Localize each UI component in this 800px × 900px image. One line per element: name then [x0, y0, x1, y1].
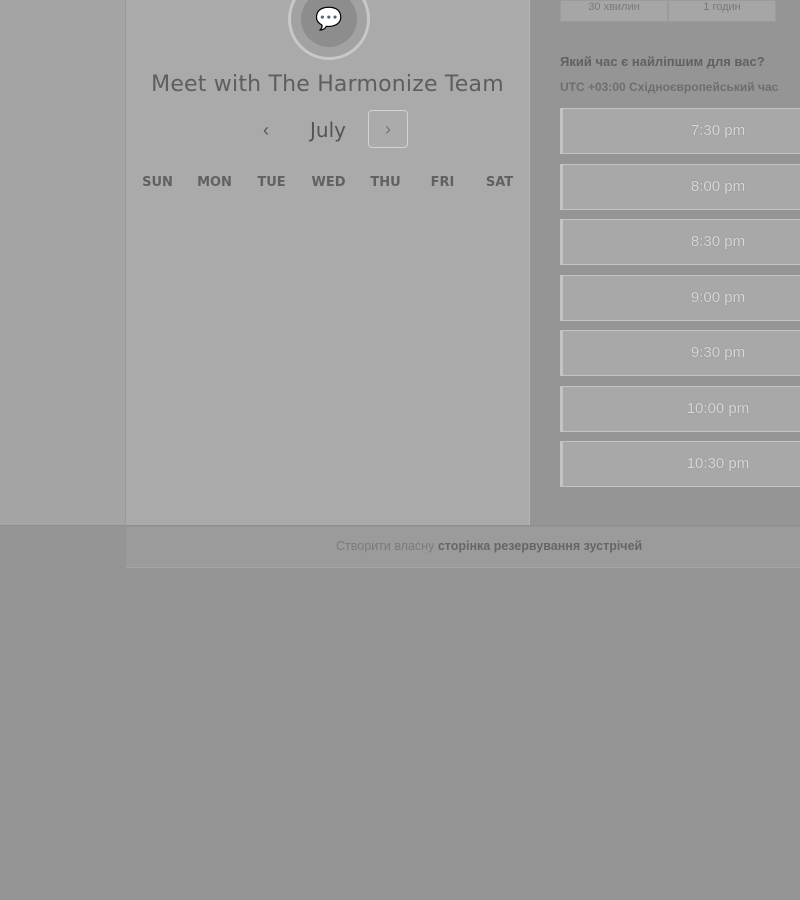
weekday-tue: TUE [257, 175, 286, 190]
time-slot[interactable]: 9:00 pm [560, 274, 800, 321]
time-slot[interactable]: 8:30 pm [560, 219, 800, 265]
weekday-sun: SUN [142, 175, 173, 190]
duration-30min-button[interactable]: 30 хвилин [560, 0, 668, 22]
time-slot-label: 9:30 pm [690, 344, 746, 361]
time-question: Який час є найліпшим для вас? [560, 54, 765, 69]
page-title: Meet with The Harmonize Team [151, 72, 504, 97]
footer-bar: Створити власну сторінка резервування зу… [126, 527, 800, 568]
chat-bubble-icon: 💬 [301, 0, 357, 47]
team-avatar: 💬 [288, 0, 370, 60]
time-selection-panel: 30 хвилин 1 годин Який час є найліпшим д… [560, 0, 800, 487]
weekday-wed: WED [311, 175, 346, 190]
create-booking-page-link[interactable]: сторінка резервування зустрічей [438, 539, 642, 553]
time-slot-label: 10:30 pm [686, 455, 750, 472]
time-slot-label: 8:00 pm [690, 177, 746, 195]
divider [0, 525, 800, 526]
time-slot-label: 9:00 pm [690, 288, 746, 306]
footer-prefix: Створити власну [336, 539, 435, 553]
time-slot[interactable]: 9:30 pm [560, 330, 800, 376]
duration-1hour-button[interactable]: 1 годин [668, 0, 776, 22]
duration-selector: 30 хвилин 1 годин [560, 0, 780, 22]
month-navigation: ‹ July › [126, 110, 529, 150]
footer-text: Створити власну сторінка резервування зу… [336, 539, 642, 553]
left-backdrop [0, 0, 126, 525]
time-slot-label: 7:30 pm [690, 122, 746, 139]
month-label: July [310, 118, 346, 142]
time-slot-label: 10:00 pm [686, 399, 750, 417]
weekday-fri: FRI [430, 175, 455, 190]
weekday-mon: MON [197, 175, 232, 190]
time-slot-label: 8:30 pm [690, 233, 746, 250]
timezone-selector[interactable]: UTC +03:00 Східноєвропейський час [560, 80, 800, 94]
time-slot[interactable]: 8:00 pm [560, 163, 800, 210]
calendar-card: 💬 Meet with The Harmonize Team ‹ July › … [125, 0, 530, 525]
time-slot[interactable]: 10:00 pm [560, 385, 800, 432]
weekday-header: SUN MON TUE WED THU FRI SAT [129, 175, 529, 190]
time-slot[interactable]: 10:30 pm [560, 441, 800, 487]
weekday-sat: SAT [485, 175, 514, 190]
chevron-right-icon[interactable]: › [368, 110, 408, 148]
time-slot-list: 7:30 pm 8:00 pm 8:30 pm 9:00 pm 9:30 pm … [560, 108, 800, 497]
chevron-left-icon[interactable]: ‹ [252, 114, 280, 146]
weekday-thu: THU [370, 175, 401, 190]
booking-page: 💬 Meet with The Harmonize Team ‹ July › … [0, 0, 800, 900]
time-slot[interactable]: 7:30 pm [560, 108, 800, 154]
